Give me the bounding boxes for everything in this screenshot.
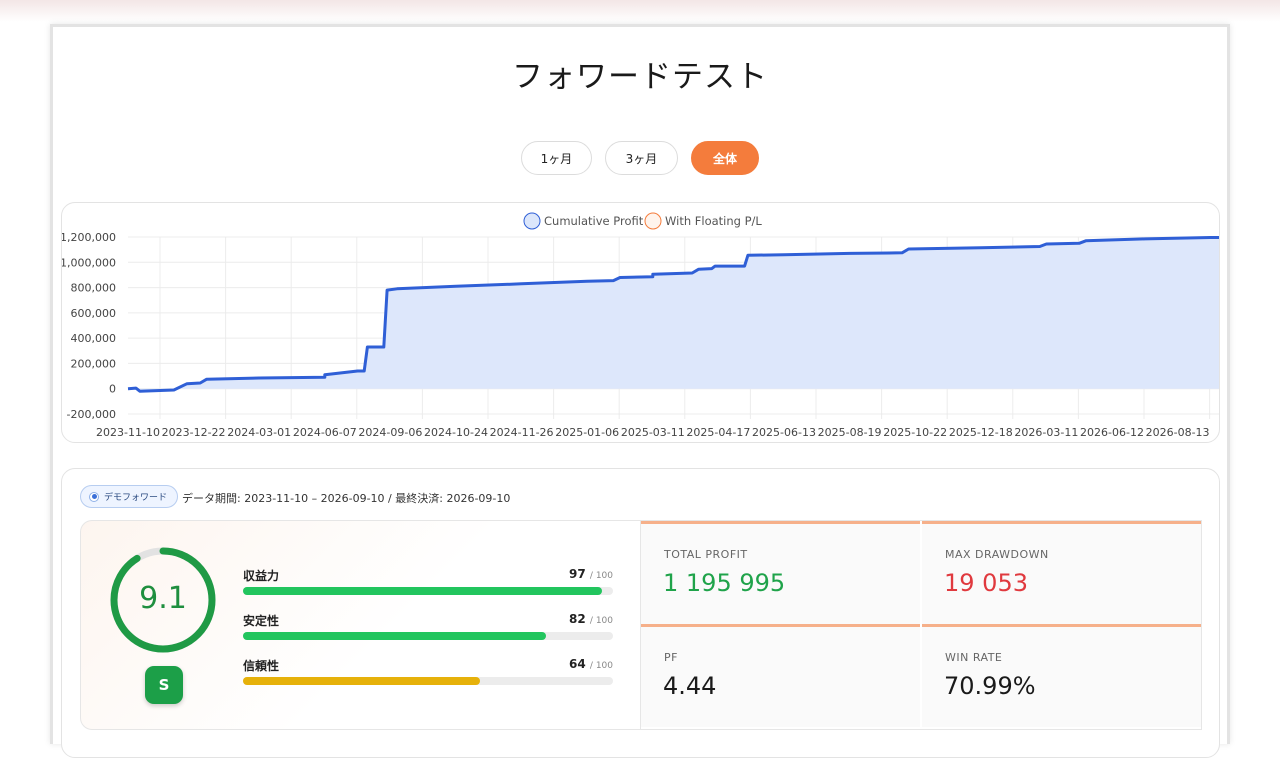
legend-label: With Floating P/L — [665, 214, 762, 228]
metric-max: / 100 — [589, 571, 613, 581]
x-tick-label: 2024-03-01 — [227, 426, 291, 439]
metric-value-wrap: 97 / 100 — [569, 567, 613, 581]
demo-forward-badge: デモフォワード — [80, 485, 179, 508]
forward-test-panel: フォワードテスト 1ヶ月 3ヶ月 全体 1,200,000 1,000,000 80… — [50, 24, 1230, 758]
profit-chart-card: 1,200,000 1,000,000 800,000 600,000 400,000 2… — [61, 202, 1220, 443]
y-tick-label: 200,000 — [71, 357, 117, 370]
x-tick-label: 2024-11-26 — [490, 426, 554, 439]
legend-swatch-floating-pl — [644, 212, 662, 230]
series-area-cumulative-profit — [128, 237, 1219, 392]
x-tick-label: 2024-09-06 — [358, 426, 422, 439]
kpi-max-drawdown: MAX DRAWDOWN 19 053 — [922, 521, 1201, 624]
y-tick-label: 0 — [109, 383, 116, 396]
legend-label: Cumulative Profit — [544, 214, 644, 228]
y-tick-label: 600,000 — [71, 307, 117, 320]
grade-badge: S — [145, 666, 183, 704]
kpi-total-profit: TOTAL PROFIT 1 195 995 — [641, 521, 920, 624]
metric-value: 82 — [569, 612, 586, 626]
kpi-value: 1 195 995 — [663, 569, 786, 597]
x-tick-label: 2025-01-06 — [555, 426, 619, 439]
kpi-label: PF — [664, 651, 678, 664]
metric-fill — [243, 587, 602, 595]
kpi-win-rate: WIN RATE 70.99% — [922, 624, 1201, 727]
metric-fill — [243, 632, 547, 640]
metric-max: / 100 — [589, 616, 613, 626]
x-tick-label: 2026-08-13 — [1146, 426, 1210, 439]
metric-value-wrap: 82 / 100 — [569, 612, 613, 626]
y-tick-label: 800,000 — [71, 282, 117, 295]
stats-card: デモフォワード データ期間: 2023-11-10 – 2026-09-10 /… — [61, 468, 1220, 758]
metric-label: 安定性 — [243, 614, 280, 628]
y-tick-label: 1,000,000 — [62, 256, 116, 269]
kpi-label: WIN RATE — [945, 651, 1003, 664]
y-tick-label: 400,000 — [71, 332, 117, 345]
y-tick-label: 1,200,000 — [62, 231, 116, 244]
cumulative-profit-chart: 1,200,000 1,000,000 800,000 600,000 400,000 2… — [62, 212, 1219, 439]
x-tick-label: 2026-06-12 — [1080, 426, 1144, 439]
period-tabs: 1ヶ月 3ヶ月 全体 — [53, 141, 1227, 175]
y-tick-label: -200,000 — [67, 408, 116, 421]
metric-track — [243, 587, 613, 595]
kpi-value: 4.44 — [663, 672, 717, 700]
kpi-label: MAX DRAWDOWN — [945, 548, 1049, 561]
badge-label: デモフォワード — [104, 493, 168, 503]
metric-value-wrap: 64 / 100 — [569, 657, 613, 671]
kpi-value: 70.99% — [944, 672, 1036, 700]
kpi-grid: TOTAL PROFIT 1 195 995 MAX DRAWDOWN 19 0… — [640, 520, 1202, 730]
x-tick-label: 2025-12-18 — [949, 426, 1013, 439]
tab-all[interactable]: 全体 — [691, 141, 759, 175]
kpi-label: TOTAL PROFIT — [664, 548, 748, 561]
x-tick-label: 2025-03-11 — [621, 426, 685, 439]
metric-value: 64 — [569, 657, 586, 671]
x-tick-label: 2025-06-13 — [752, 426, 816, 439]
kpi-profit-factor: PF 4.44 — [641, 624, 920, 727]
x-tick-label: 2024-10-24 — [424, 426, 488, 439]
data-period-text: データ期間: 2023-11-10 – 2026-09-10 / 最終決済: 2… — [182, 492, 511, 505]
metric-label: 信頼性 — [243, 659, 280, 673]
metric-track — [243, 632, 613, 640]
x-tick-label: 2023-12-22 — [162, 426, 226, 439]
radio-dot-icon — [89, 491, 99, 502]
x-tick-label: 2024-06-07 — [293, 426, 357, 439]
metric-track — [243, 677, 613, 685]
page-title: フォワードテスト — [512, 59, 768, 95]
x-tick-label: 2025-10-22 — [883, 426, 947, 439]
legend-swatch-cumulative-profit — [523, 212, 541, 230]
metric-fill — [243, 677, 480, 685]
overall-score: 9.1 — [139, 581, 187, 616]
browser-top-strip — [0, 0, 1280, 22]
score-panel: 9.1 S 収益力 97 / 100 安定性 82 / 100 信頼性 64 /… — [80, 520, 640, 730]
metric-max: / 100 — [589, 661, 613, 671]
metric-value: 97 — [569, 567, 586, 581]
kpi-value: 19 053 — [944, 569, 1028, 597]
tab-3-months[interactable]: 3ヶ月 — [605, 141, 678, 175]
x-tick-label: 2025-04-17 — [686, 426, 750, 439]
metric-label: 収益力 — [243, 569, 280, 583]
tab-1-month[interactable]: 1ヶ月 — [521, 141, 592, 175]
x-tick-label: 2023-11-10 — [96, 426, 160, 439]
x-tick-label: 2026-03-11 — [1014, 426, 1078, 439]
x-tick-label: 2025-08-19 — [818, 426, 882, 439]
